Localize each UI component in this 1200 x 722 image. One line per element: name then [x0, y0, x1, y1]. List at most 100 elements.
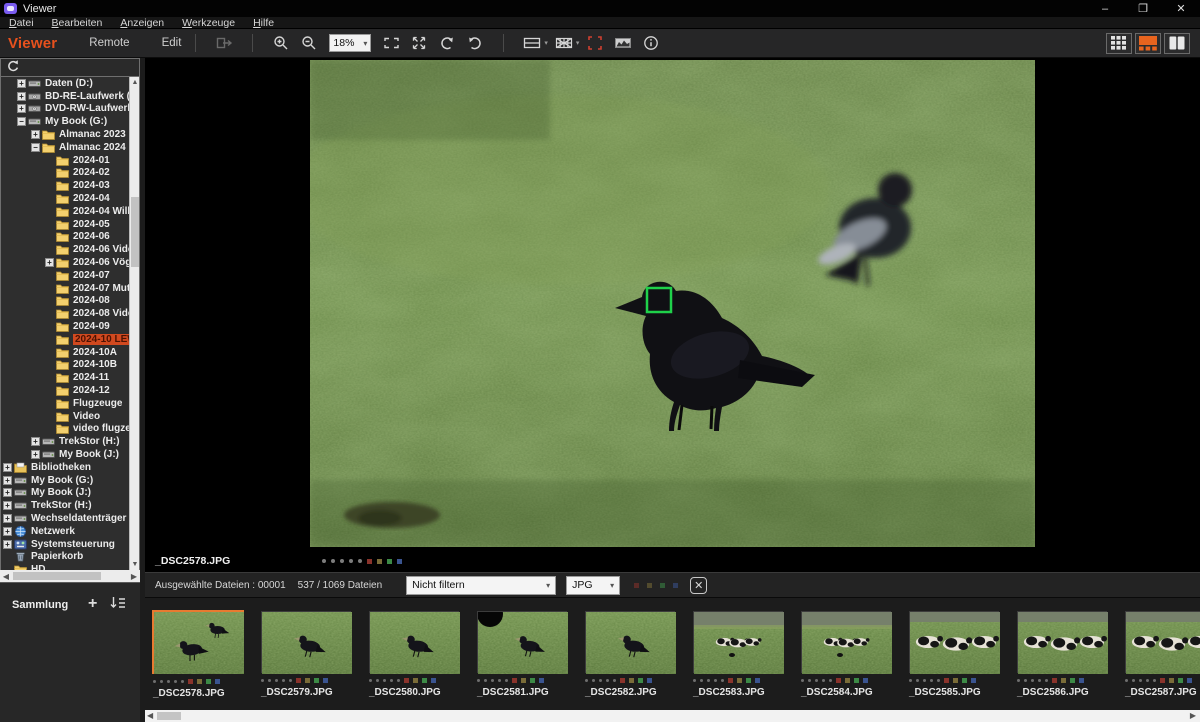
tree-item[interactable]: +TrekStor (H:) — [1, 435, 139, 448]
filter-dropdown[interactable]: Nicht filtern▾ — [406, 576, 556, 595]
expand-icon[interactable]: + — [31, 450, 40, 459]
rating-label-dots[interactable] — [261, 678, 351, 683]
scroll-down-icon[interactable]: ▼ — [130, 559, 140, 570]
expand-icon[interactable]: + — [45, 258, 54, 267]
thumbnail-image[interactable] — [909, 611, 999, 673]
rating-label-dots[interactable] — [322, 559, 402, 564]
tree-item[interactable]: +Almanac 2023 — [1, 128, 139, 141]
scroll-left-icon[interactable]: ◀ — [0, 572, 12, 581]
tree-item[interactable]: 2024-01 — [1, 154, 139, 167]
thumbnail-cell[interactable]: _DSC2585.JPG — [909, 598, 999, 710]
expand-icon[interactable]: + — [17, 104, 26, 113]
expand-icon[interactable]: + — [3, 540, 12, 549]
scroll-left-icon[interactable]: ◀ — [147, 710, 153, 722]
rating-label-dots[interactable] — [585, 678, 675, 683]
thumbnail-cell[interactable]: _DSC2579.JPG — [261, 598, 351, 710]
tree-item[interactable]: +Wechseldatenträger (L:) — [1, 512, 139, 525]
fit-to-screen-icon[interactable] — [379, 32, 403, 54]
rotate-right-icon[interactable] — [463, 32, 487, 54]
tree-item[interactable]: +Daten (D:) — [1, 77, 139, 90]
format-dropdown[interactable]: JPG▾ — [566, 576, 620, 595]
expand-icon[interactable]: + — [17, 92, 26, 101]
menu-hilfe[interactable]: Hilfe — [244, 17, 283, 29]
expand-icon[interactable]: + — [3, 463, 12, 472]
tree-item[interactable]: −My Book (G:) — [1, 115, 139, 128]
close-button[interactable]: ✕ — [1162, 0, 1200, 17]
tree-item[interactable]: 2024-07 — [1, 269, 139, 282]
tree-item[interactable]: 2024-06 — [1, 231, 139, 244]
actual-size-icon[interactable] — [407, 32, 431, 54]
tree-vertical-scrollbar[interactable]: ▲ ▼ — [129, 77, 139, 570]
rating-label-dots[interactable] — [1125, 678, 1200, 683]
thumbnail-cell[interactable]: _DSC2582.JPG — [585, 598, 675, 710]
expand-icon[interactable]: + — [31, 130, 40, 139]
tree-item[interactable]: 2024-10B — [1, 359, 139, 372]
tree-item[interactable]: +DVD-RW-Laufwerk (F:) — [1, 103, 139, 116]
export-icon[interactable] — [212, 32, 236, 54]
restore-button[interactable]: ❐ — [1124, 0, 1162, 17]
tree-item[interactable]: 2024-10 LEW — [1, 333, 139, 346]
add-collection-icon[interactable]: + — [88, 595, 97, 613]
main-photo[interactable] — [310, 60, 1035, 547]
tree-item[interactable]: video flugzeuge — [1, 423, 139, 436]
thumbnail-cell[interactable]: _DSC2581.JPG — [477, 598, 567, 710]
grid-overlay-dropdown-icon[interactable]: ▾ — [544, 39, 548, 47]
label-filter-dots[interactable] — [634, 583, 678, 588]
thumbnail-image[interactable] — [477, 611, 567, 673]
refresh-icon[interactable] — [6, 59, 19, 77]
tree-item[interactable]: +Systemsteuerung — [1, 538, 139, 551]
expand-icon[interactable]: + — [3, 501, 12, 510]
tree-horizontal-scrollbar[interactable]: ◀ ▶ — [0, 570, 140, 582]
tree-item[interactable]: 2024-11 — [1, 371, 139, 384]
expand-icon[interactable]: + — [3, 476, 12, 485]
thumbnail-cell[interactable]: _DSC2584.JPG — [801, 598, 891, 710]
rating-label-dots[interactable] — [369, 678, 459, 683]
clear-filter-button[interactable]: ✕ — [690, 577, 707, 594]
tree-item[interactable]: Flugzeuge — [1, 397, 139, 410]
thumbnail-cell[interactable]: _DSC2586.JPG — [1017, 598, 1107, 710]
rating-label-dots[interactable] — [153, 679, 243, 684]
tree-item[interactable]: 2024-04 Willi — [1, 205, 139, 218]
tree-item[interactable]: 2024-12 — [1, 384, 139, 397]
menu-werkzeuge[interactable]: Werkzeuge — [173, 17, 244, 29]
thumbnail-image[interactable] — [585, 611, 675, 673]
tree-item[interactable]: 2024-06 Video — [1, 243, 139, 256]
tab-remote[interactable]: Remote — [89, 37, 129, 49]
menu-bearbeiten[interactable]: Bearbeiten — [43, 17, 112, 29]
rating-label-dots[interactable] — [1017, 678, 1107, 683]
rating-label-dots[interactable] — [909, 678, 999, 683]
thumbnail-image[interactable] — [801, 611, 891, 673]
tree-item[interactable]: 2024-07 Mutter — [1, 282, 139, 295]
tree-item[interactable]: Video — [1, 410, 139, 423]
grid-view-button[interactable] — [1106, 33, 1132, 54]
thumbnail-cell[interactable]: _DSC2578.JPG — [153, 598, 243, 710]
tab-edit[interactable]: Edit — [162, 37, 182, 49]
tree-item[interactable]: +Bibliotheken — [1, 461, 139, 474]
tree-item[interactable]: 2024-10A — [1, 346, 139, 359]
histogram-icon[interactable] — [611, 32, 635, 54]
tree-item[interactable]: 2024-05 — [1, 218, 139, 231]
expand-icon[interactable]: + — [31, 437, 40, 446]
filmstrip-scrollbar[interactable]: ◀ ▶ — [145, 710, 1200, 722]
thumbnail-image[interactable] — [369, 611, 459, 673]
tree-item[interactable]: 2024-03 — [1, 179, 139, 192]
rating-label-dots[interactable] — [801, 678, 891, 683]
tree-item[interactable]: 2024-08 — [1, 295, 139, 308]
rotate-left-icon[interactable] — [435, 32, 459, 54]
thumbnail-cell[interactable]: _DSC2580.JPG — [369, 598, 459, 710]
thumbnail-image[interactable] — [152, 610, 244, 674]
tree-item[interactable]: +2024-06 Vögel — [1, 256, 139, 269]
info-icon[interactable] — [639, 32, 663, 54]
minimize-button[interactable]: – — [1086, 0, 1124, 17]
thumbnail-cell[interactable]: _DSC2587.JPG — [1125, 598, 1200, 710]
rating-label-dots[interactable] — [693, 678, 783, 683]
tree-item[interactable]: +Netzwerk — [1, 525, 139, 538]
rating-label-dots[interactable] — [477, 678, 567, 683]
grid-overlay-icon[interactable] — [520, 32, 544, 54]
collapse-icon[interactable]: − — [17, 117, 26, 126]
thumbnail-cell[interactable]: _DSC2583.JPG — [693, 598, 783, 710]
filmstrip-view-button[interactable] — [1135, 33, 1161, 54]
scroll-up-icon[interactable]: ▲ — [130, 77, 140, 88]
tree-item[interactable]: −Almanac 2024 — [1, 141, 139, 154]
expand-icon[interactable]: + — [3, 527, 12, 536]
